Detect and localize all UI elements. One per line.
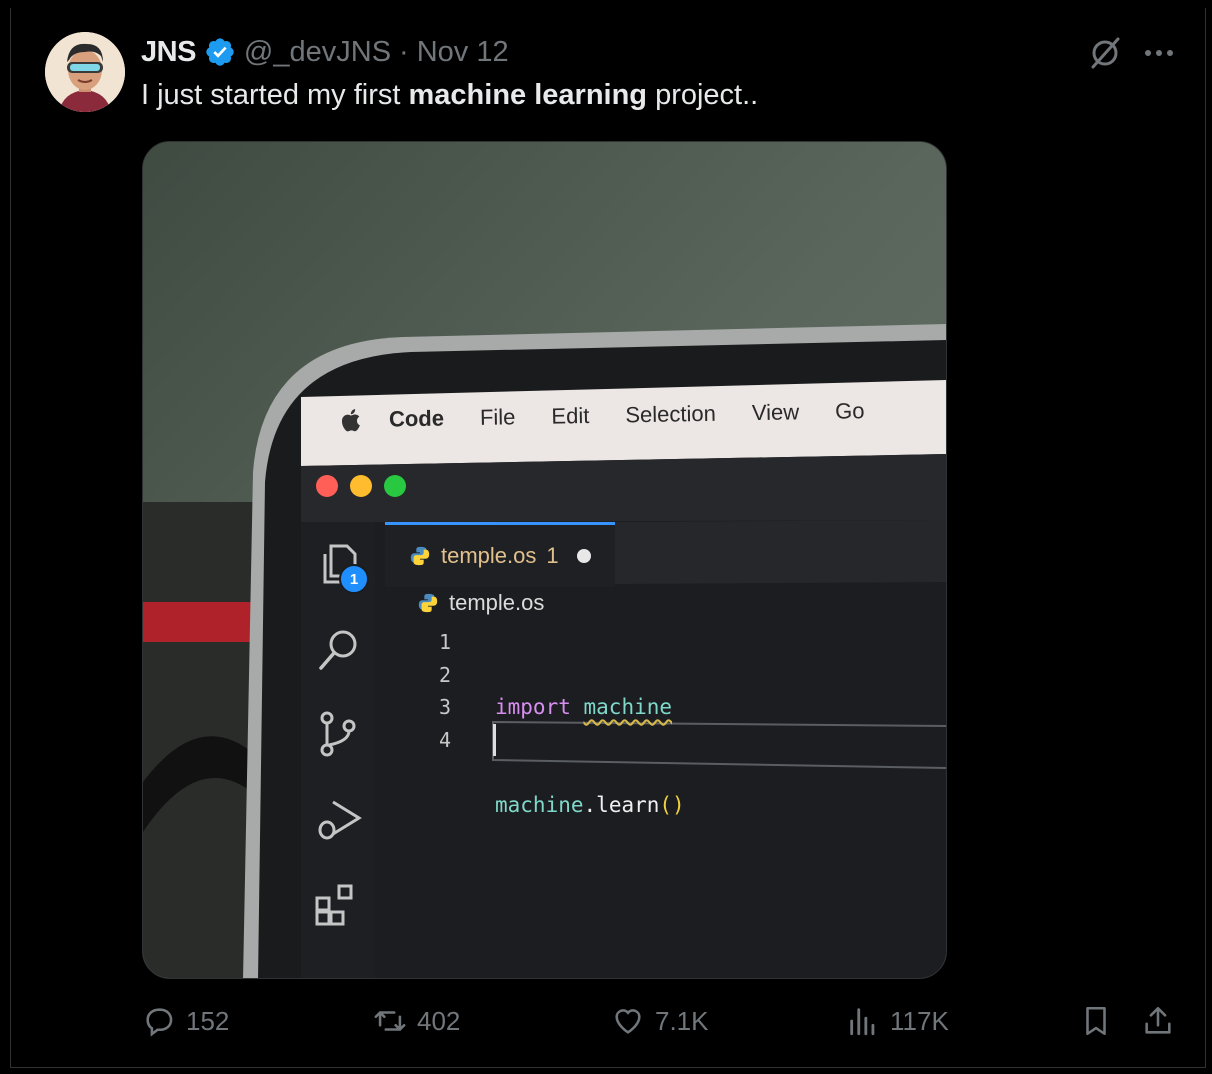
zoom-window-button[interactable] bbox=[384, 475, 406, 497]
bookmark-icon[interactable] bbox=[1079, 1004, 1113, 1038]
tweet-photo[interactable]: Code File Edit Selection View Go 1 templ… bbox=[142, 141, 947, 979]
menu-file[interactable]: File bbox=[480, 404, 516, 431]
repost-count: 402 bbox=[417, 1005, 461, 1036]
display-name[interactable]: JNS bbox=[141, 36, 196, 69]
code-line-1: import machine bbox=[495, 691, 685, 724]
reply-count: 152 bbox=[186, 1005, 230, 1036]
code-editor[interactable]: import machine machine.learn() bbox=[495, 626, 685, 886]
line-number: 3 bbox=[438, 695, 451, 719]
menu-selection[interactable]: Selection bbox=[625, 401, 716, 429]
breadcrumb[interactable]: temple.os bbox=[417, 590, 544, 616]
line-number-gutter: 1 2 3 4 bbox=[429, 626, 451, 756]
menu-go[interactable]: Go bbox=[835, 398, 865, 425]
line-number: 1 bbox=[438, 630, 451, 654]
extensions-icon[interactable] bbox=[313, 882, 361, 930]
line-number: 4 bbox=[438, 727, 451, 752]
editor-tab-temple-os[interactable]: temple.os 1 bbox=[385, 522, 615, 587]
avatar-illustration bbox=[45, 32, 125, 112]
avatar[interactable] bbox=[45, 32, 125, 112]
menu-edit[interactable]: Edit bbox=[551, 403, 589, 430]
menu-view[interactable]: View bbox=[752, 399, 800, 426]
view-count: 117K bbox=[890, 1005, 949, 1036]
repost-icon bbox=[374, 1011, 406, 1031]
import-keyword: import bbox=[495, 695, 571, 719]
tweet-text-part: project.. bbox=[647, 79, 759, 111]
tweet-text-bold: machine learning bbox=[408, 79, 648, 111]
breadcrumb-filename: temple.os bbox=[449, 590, 545, 615]
run-debug-icon[interactable] bbox=[315, 796, 363, 844]
search-icon[interactable] bbox=[315, 626, 363, 674]
module-name: machine bbox=[583, 695, 673, 719]
user-handle[interactable]: @_devJNS bbox=[244, 36, 391, 69]
close-window-button[interactable] bbox=[316, 475, 338, 497]
reply-icon bbox=[146, 1008, 173, 1037]
tweet-text-part: I just started my first bbox=[141, 79, 409, 111]
like-count: 7.1K bbox=[655, 1005, 709, 1036]
verified-badge-icon[interactable] bbox=[204, 36, 236, 68]
parentheses: () bbox=[659, 792, 685, 817]
object-name: machine bbox=[495, 792, 584, 817]
repost-button[interactable]: 402 bbox=[373, 1004, 460, 1038]
unsaved-dot-icon[interactable] bbox=[576, 549, 591, 563]
heart-icon bbox=[615, 1009, 641, 1034]
python-file-icon bbox=[418, 593, 438, 613]
dot-operator: . bbox=[583, 792, 597, 817]
more-icon[interactable] bbox=[1140, 34, 1178, 72]
macos-menubar: Code File Edit Selection View Go bbox=[300, 374, 946, 456]
grok-icon[interactable] bbox=[1086, 34, 1124, 72]
apple-icon[interactable] bbox=[339, 407, 361, 433]
tweet-date[interactable]: Nov 12 bbox=[417, 36, 509, 69]
share-icon[interactable] bbox=[1141, 1004, 1175, 1038]
minimize-window-button[interactable] bbox=[350, 475, 372, 497]
tweet-action-bar: 152 402 7.1K 117K bbox=[0, 1004, 1212, 1048]
reply-button[interactable]: 152 bbox=[142, 1004, 229, 1038]
explorer-badge: 1 bbox=[339, 564, 369, 594]
views-button[interactable]: 117K bbox=[846, 1004, 949, 1038]
method-name: learn bbox=[596, 792, 660, 817]
code-line-2: machine.learn() bbox=[495, 789, 685, 822]
tab-problem-count: 1 bbox=[546, 543, 559, 568]
window-controls bbox=[316, 475, 406, 497]
line-number: 2 bbox=[438, 662, 451, 687]
separator-dot: · bbox=[399, 35, 409, 68]
like-button[interactable]: 7.1K bbox=[611, 1004, 709, 1038]
menu-app-code[interactable]: Code bbox=[389, 406, 444, 433]
tweet-text: I just started my first machine learning… bbox=[141, 79, 758, 112]
tweet-header: JNS @_devJNS · Nov 12 bbox=[141, 34, 509, 70]
source-control-icon[interactable] bbox=[315, 710, 363, 758]
tab-filename: temple.os bbox=[441, 543, 537, 568]
python-file-icon bbox=[410, 546, 430, 566]
views-chart-icon bbox=[850, 1008, 875, 1036]
